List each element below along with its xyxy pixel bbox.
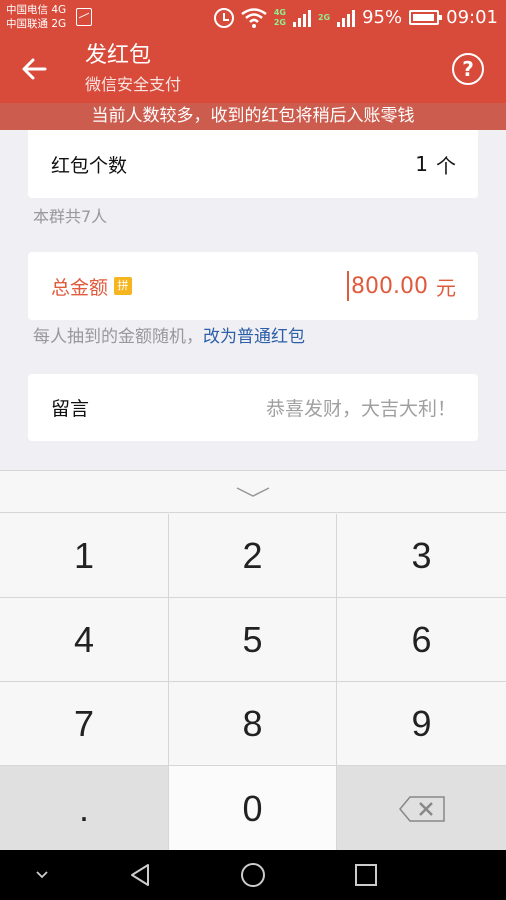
nav-back-button[interactable] — [120, 850, 160, 900]
page-title: 发红包 — [85, 43, 152, 68]
signal-2-icon — [337, 9, 356, 27]
total-amount-label: 总金额 — [51, 276, 109, 299]
keyboard-collapse-button[interactable] — [0, 471, 506, 513]
total-amount-unit: 元 — [436, 275, 456, 300]
numeric-keyboard: 1 2 3 4 5 6 7 8 9 . 0 — [0, 470, 506, 851]
net-top-label: 4G — [273, 7, 286, 17]
key-3[interactable]: 3 — [337, 514, 506, 598]
back-button[interactable] — [14, 49, 54, 89]
packet-count-field[interactable]: 红包个数 1 个 — [28, 130, 478, 198]
net-bottom-label: 2G — [273, 17, 286, 27]
random-amount-note: 每人抽到的金额随机，改为普通红包 — [33, 322, 305, 347]
battery-percent: 95% — [362, 7, 403, 28]
square-recents-icon — [355, 864, 377, 886]
key-1[interactable]: 1 — [0, 514, 169, 598]
carrier-info: 中国电信 4G 中国联通 2G — [6, 3, 66, 31]
help-button[interactable]: ? — [452, 53, 484, 85]
carrier-2: 中国联通 2G — [6, 18, 67, 30]
arrow-left-icon — [22, 58, 47, 80]
net-right-label: 2G — [317, 12, 331, 22]
nav-recents-button[interactable] — [346, 850, 386, 900]
triangle-back-icon — [131, 864, 149, 886]
random-badge: 拼 — [114, 277, 133, 295]
carrier-1: 中国电信 4G — [6, 4, 67, 16]
status-bar: 中国电信 4G 中国联通 2G 4G 2G 2G 95% 09:01 — [0, 0, 506, 35]
key-dot[interactable]: . — [0, 766, 169, 851]
nav-home-button[interactable] — [233, 850, 273, 900]
status-icons: 4G 2G 2G 95% 09:01 — [213, 0, 498, 35]
total-amount-value-group: 800.00 元 — [347, 252, 456, 320]
random-amount-text: 每人抽到的金额随机， — [33, 327, 203, 347]
total-amount-value: 800.00 — [351, 273, 428, 299]
signal-icon — [292, 9, 311, 27]
page-subtitle: 微信安全支付 — [85, 75, 182, 94]
key-5[interactable]: 5 — [169, 598, 337, 682]
wifi-icon — [241, 7, 267, 28]
packet-count-label: 红包个数 — [51, 154, 128, 177]
group-size-note: 本群共7人 — [33, 207, 108, 226]
chevron-down-icon — [236, 486, 270, 497]
key-4[interactable]: 4 — [0, 598, 169, 682]
key-7[interactable]: 7 — [0, 682, 169, 766]
message-label: 留言 — [51, 398, 90, 420]
hide-keyboard-button[interactable] — [22, 850, 62, 900]
switch-to-normal-link[interactable]: 改为普通红包 — [203, 327, 305, 347]
system-nav-bar — [0, 850, 506, 900]
key-8[interactable]: 8 — [169, 682, 337, 766]
circle-home-icon — [241, 863, 265, 887]
question-icon: ? — [462, 57, 474, 81]
message-placeholder: 恭喜发财，大吉大利！ — [265, 398, 456, 420]
key-2[interactable]: 2 — [169, 514, 337, 598]
key-0[interactable]: 0 — [169, 766, 337, 851]
total-amount-field[interactable]: 总金额 拼 800.00 元 — [28, 252, 478, 320]
chevron-down-icon — [36, 871, 48, 879]
message-field[interactable]: 留言 恭喜发财，大吉大利！ — [28, 374, 478, 441]
notice-banner: 当前人数较多，收到的红包将稍后入账零钱 — [0, 103, 506, 130]
network-type-icon: 4G 2G — [274, 8, 286, 28]
clock: 09:01 — [446, 7, 498, 28]
backspace-icon — [398, 795, 445, 822]
packet-count-unit: 个 — [436, 153, 456, 178]
packet-count-value-group: 1 个 — [415, 130, 456, 198]
text-cursor — [347, 271, 350, 301]
network-type-2-icon: 2G — [318, 13, 330, 23]
packet-count-value: 1 — [415, 152, 428, 176]
alarm-icon — [213, 7, 234, 28]
backspace-key[interactable] — [337, 766, 506, 851]
app-header: 发红包 微信安全支付 ? — [0, 35, 506, 103]
battery-icon — [409, 10, 443, 25]
message-input[interactable]: 恭喜发财，大吉大利！ — [266, 374, 456, 441]
total-amount-label-group: 总金额 拼 — [51, 252, 133, 320]
image-icon — [76, 8, 92, 26]
key-6[interactable]: 6 — [337, 598, 506, 682]
key-9[interactable]: 9 — [337, 682, 506, 766]
